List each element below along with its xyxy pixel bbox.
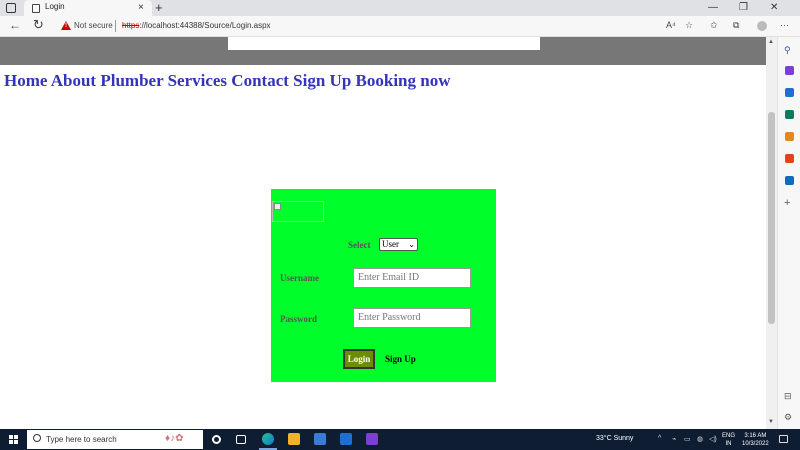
network-icon[interactable]: ⌁	[672, 435, 676, 443]
password-input[interactable]: Enter Password	[353, 308, 471, 328]
more-menu-icon[interactable]: ···	[780, 20, 789, 30]
settings-gear-icon[interactable]: ⚙	[784, 412, 792, 423]
notification-icon[interactable]	[779, 435, 788, 443]
profile-avatar[interactable]	[757, 21, 767, 31]
restore-button[interactable]: ❐	[739, 0, 748, 16]
broken-image-icon	[274, 203, 281, 210]
taskbar-search[interactable]: Type here to search ♦♪✿	[27, 430, 203, 449]
taskbar-search-input[interactable]: Type here to search	[46, 435, 117, 444]
close-tab-icon[interactable]: ×	[138, 1, 144, 15]
role-select[interactable]: User ⌄	[379, 238, 418, 251]
url-path: ://localhost:44388/Source/Login.aspx	[139, 21, 271, 30]
site-nav: Home About Plumber Services Contact Sign…	[4, 71, 450, 91]
task-view-icon[interactable]	[236, 435, 246, 444]
region-code: IN	[725, 441, 732, 447]
nav-contact[interactable]: Contact	[231, 71, 289, 90]
chevron-down-icon: ⌄	[408, 240, 415, 249]
clock-date: 10/3/2022	[742, 441, 769, 447]
search-icon[interactable]: ⚲	[784, 45, 793, 55]
page-header-band	[0, 37, 766, 65]
outlook-icon[interactable]	[785, 176, 794, 185]
tools-icon[interactable]	[785, 110, 794, 119]
search-highlight-icon: ♦♪✿	[165, 433, 184, 444]
username-label: Username	[280, 273, 319, 283]
favorites-icon[interactable]: ✩	[710, 20, 718, 31]
mail-icon[interactable]	[340, 433, 352, 445]
edge-browser-icon[interactable]	[262, 433, 274, 445]
chevron-up-icon[interactable]: ^	[658, 435, 661, 442]
store-icon[interactable]	[314, 433, 326, 445]
read-aloud-icon[interactable]: A⁴	[666, 20, 676, 30]
username-input[interactable]: Enter Email ID	[353, 268, 471, 288]
nav-booking-now[interactable]: Booking now	[356, 71, 451, 90]
password-label: Password	[280, 314, 318, 324]
header-box	[228, 37, 540, 50]
login-button[interactable]: Login	[343, 349, 375, 369]
tab-strip: Login × + — ❐ ✕	[0, 0, 800, 16]
clock-time: 3:16 AM	[744, 433, 767, 439]
start-windows-icon[interactable]	[9, 435, 18, 444]
taskbar: Type here to search ♦♪✿ 33°C Sunny ^ ⌁ ▭…	[0, 429, 800, 450]
office-icon[interactable]	[785, 154, 794, 163]
shopping-tag-icon[interactable]	[785, 88, 794, 97]
address-divider	[115, 20, 116, 32]
search-icon	[33, 434, 41, 442]
tab-title: Login	[45, 2, 65, 11]
address-bar: ← ↻ ! Not secure https://localhost:44388…	[0, 16, 800, 37]
games-icon[interactable]	[785, 132, 794, 141]
nav-sign-up[interactable]: Sign Up	[293, 71, 351, 90]
collections-icon[interactable]: ⧉	[733, 20, 739, 31]
wifi-icon[interactable]: ◍	[697, 435, 703, 443]
security-status[interactable]: Not secure	[74, 21, 113, 30]
scroll-down-icon[interactable]: ▼	[768, 419, 774, 425]
language-indicator[interactable]: ENG IN	[722, 432, 735, 448]
sign-up-link[interactable]: Sign Up	[385, 354, 416, 364]
scroll-up-icon[interactable]: ▲	[768, 39, 774, 45]
edge-sidebar: ⚲ + ⊟ ⚙	[777, 37, 800, 429]
volume-icon[interactable]: ◁)	[709, 435, 717, 443]
scroll-thumb[interactable]	[768, 112, 775, 324]
nav-plumber-services[interactable]: Plumber Services	[100, 71, 227, 90]
favorite-add-icon[interactable]: ☆	[685, 20, 693, 31]
role-select-label: Select	[348, 240, 371, 250]
nav-about[interactable]: About	[51, 71, 96, 90]
nav-home[interactable]: Home	[4, 71, 47, 90]
tab-login[interactable]: Login ×	[24, 0, 152, 16]
url-scheme: https	[122, 21, 140, 30]
discover-icon[interactable]	[785, 66, 794, 75]
file-explorer-icon[interactable]	[288, 433, 300, 445]
tab-actions-icon[interactable]	[6, 3, 16, 13]
battery-icon[interactable]: ▭	[684, 435, 691, 443]
cortana-icon[interactable]	[212, 435, 221, 444]
refresh-button[interactable]: ↻	[33, 17, 44, 33]
close-window-button[interactable]: ✕	[770, 0, 778, 16]
warning-mark-icon: !	[65, 23, 67, 29]
logo-image	[272, 201, 324, 222]
language-code: ENG	[722, 433, 736, 439]
url-field[interactable]: https://localhost:44388/Source/Login.asp…	[122, 21, 271, 30]
new-tab-button[interactable]: +	[155, 0, 163, 16]
minimize-button[interactable]: —	[708, 0, 718, 16]
weather-widget[interactable]: 33°C Sunny	[596, 435, 633, 442]
visual-studio-icon[interactable]	[366, 433, 378, 445]
page-scrollbar[interactable]: ▲ ▼	[766, 37, 777, 429]
page-icon	[32, 4, 40, 13]
login-panel: Select User ⌄ Username Enter Email ID Pa…	[271, 189, 496, 382]
clock[interactable]: 3:16 AM 10/3/2022	[742, 432, 769, 448]
role-selected-value: User	[382, 239, 399, 249]
split-screen-icon[interactable]: ⊟	[784, 391, 792, 402]
back-button[interactable]: ←	[9, 18, 21, 32]
add-sidebar-icon[interactable]: +	[784, 197, 790, 209]
